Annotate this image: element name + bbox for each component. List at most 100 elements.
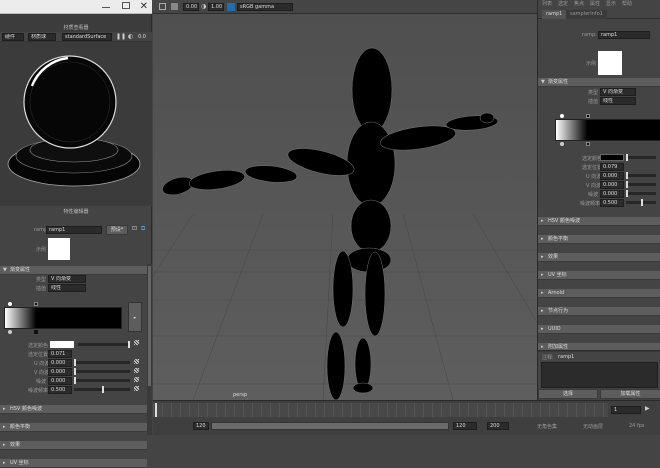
right-ramp-bottom-handle[interactable] [586, 114, 590, 118]
viewport-tool-icon-1[interactable] [159, 3, 166, 10]
minimize-icon[interactable] [102, 7, 110, 8]
close-icon[interactable]: ✕ [140, 1, 148, 12]
right-section-arnold[interactable]: ▸ Arnold [538, 289, 660, 298]
right-ramp-gradient[interactable] [555, 119, 660, 141]
left-ramp-stop-handle[interactable] [34, 330, 38, 334]
right-ramp-top-handle[interactable] [560, 114, 564, 118]
left-interp-dropdown[interactable]: 线性 [48, 284, 86, 292]
view-transform-dropdown[interactable]: sRGB gamma [237, 3, 293, 11]
left-type-dropdown[interactable]: V 向渐变 [48, 275, 86, 283]
right-section-uv[interactable]: ▸ UV 坐标 [538, 271, 660, 280]
menu-show[interactable]: 显示 [606, 0, 616, 7]
right-node-name-input[interactable]: ramp1 [598, 31, 650, 39]
right-row-0-slider[interactable] [626, 154, 656, 161]
tab-samplerinfo1[interactable]: samplerInfo1 [566, 10, 607, 19]
exposure-input[interactable]: 0.00 [183, 3, 199, 11]
color-manage-icon[interactable] [227, 3, 235, 11]
left-section-effects[interactable]: ▸ 效果 [0, 441, 147, 450]
right-row-5-slider[interactable] [626, 199, 656, 206]
menu-list[interactable]: 列表 [542, 0, 552, 7]
left-row-value-4[interactable]: 0.000 [48, 377, 72, 385]
material-dropdown[interactable]: standardSurface [62, 33, 112, 41]
range-end-input[interactable]: 120 [453, 422, 477, 430]
menu-help[interactable]: 帮助 [622, 0, 632, 7]
select-button[interactable]: 选择 [538, 389, 598, 399]
viewport-tool-icon-2[interactable] [171, 3, 178, 10]
tab-ramp1[interactable]: ramp1 [542, 10, 567, 19]
right-section-hsv[interactable]: ▸ HSV 颜色噪波 [538, 217, 660, 226]
right-row-2-slider[interactable] [626, 172, 656, 179]
left-ramp-top-handle[interactable] [8, 302, 12, 306]
range-end2-input[interactable]: 200 [487, 422, 509, 430]
left-ramp-bottom-handle[interactable] [34, 302, 38, 306]
current-frame-input[interactable]: 1 [611, 406, 641, 414]
renderer-dropdown[interactable]: 硬件 [2, 33, 24, 41]
right-section-color-balance[interactable]: ▸ 颜色平衡 [538, 235, 660, 244]
right-row-value-4[interactable]: 0.000 [600, 190, 624, 198]
fps-label[interactable]: 24 fps [629, 423, 645, 429]
right-interp-dropdown[interactable]: 线性 [600, 97, 636, 105]
left-row-5-slider[interactable] [74, 386, 130, 393]
right-section-effects[interactable]: ▸ 效果 [538, 253, 660, 262]
right-row-value-5[interactable]: 0.500 [600, 199, 624, 207]
right-type-dropdown[interactable]: V 向渐变 [600, 88, 636, 96]
left-section-color-balance[interactable]: ▸ 颜色平衡 [0, 423, 147, 432]
no-anim-layer-label[interactable]: 无动画层 [583, 423, 603, 430]
left-row-2-slider[interactable] [74, 359, 130, 366]
current-frame-marker[interactable] [155, 403, 157, 417]
gamma-input[interactable]: 1.00 [208, 3, 224, 11]
exposure-icon[interactable]: ◐ [128, 33, 133, 40]
gamma-icon[interactable]: ◑ [201, 3, 206, 10]
right-selected-color-swatch[interactable] [600, 154, 624, 161]
no-character-set-label[interactable]: 无角色集 [537, 423, 557, 430]
menu-selected[interactable]: 选定 [558, 0, 568, 7]
left-ramp-delete-handle[interactable] [8, 330, 12, 334]
left-row-value-5[interactable]: 0.500 [48, 386, 72, 394]
menu-attributes[interactable]: 属性 [590, 0, 600, 7]
left-row-value-3[interactable]: 0.000 [48, 368, 72, 376]
right-row-3-slider[interactable] [626, 181, 656, 188]
left-section-uv[interactable]: ▸ UV 坐标 [0, 459, 147, 468]
right-section-node-behavior[interactable]: ▸ 节点行为 [538, 307, 660, 316]
left-selected-color-swatch[interactable] [50, 341, 74, 348]
right-row-value-1[interactable]: 0.079 [600, 163, 624, 171]
load-attributes-button[interactable]: 加载属性 [600, 389, 660, 399]
left-node-name-input[interactable]: ramp1 [46, 226, 102, 234]
right-ramp-section-header[interactable]: ▼ 渐变属性 [538, 78, 660, 87]
left-ramp-gradient[interactable] [4, 307, 122, 329]
time-slider[interactable] [153, 403, 608, 417]
playback-controls-icon[interactable]: ▶ [645, 405, 650, 412]
left-copy-icon[interactable]: ⧉ [141, 225, 145, 233]
left-row-3-map-icon[interactable] [134, 368, 139, 373]
left-row-value-1[interactable]: 0.071 [48, 350, 72, 358]
right-ramp-stop-handle[interactable] [586, 142, 590, 146]
viewport-3d[interactable]: persp [153, 14, 537, 400]
shape-dropdown[interactable]: 材质球 [28, 33, 56, 41]
right-row-value-3[interactable]: 0.000 [600, 181, 624, 189]
left-focus-icon[interactable]: ⊡ [132, 225, 137, 232]
right-row-4-slider[interactable] [626, 190, 656, 197]
left-section-hsv[interactable]: ▸ HSV 颜色噪波 [0, 405, 147, 414]
left-row-3-slider[interactable] [74, 368, 130, 375]
left-row-4-slider[interactable] [74, 377, 130, 384]
left-row-4-map-icon[interactable] [134, 377, 139, 382]
exposure-value[interactable]: 0.0 [138, 34, 146, 40]
range-start-input[interactable]: 120 [193, 422, 209, 430]
right-section-uuid[interactable]: ▸ UUID [538, 325, 660, 334]
left-row-0-map-icon[interactable] [134, 340, 139, 345]
left-row-5-map-icon[interactable] [134, 386, 139, 391]
left-row-0-slider[interactable] [78, 341, 130, 348]
left-ramp-side-button[interactable]: ▸ [128, 302, 142, 332]
right-ramp-delete-handle[interactable] [560, 142, 564, 146]
left-row-value-2[interactable]: 0.000 [48, 359, 72, 367]
menu-focus[interactable]: 焦点 [574, 0, 584, 7]
left-preset-button[interactable]: 预设* [106, 225, 128, 235]
left-scrollbar[interactable] [147, 264, 152, 435]
left-ramp-section-header[interactable]: ▼ 渐变属性 [0, 266, 147, 275]
left-row-2-map-icon[interactable] [134, 359, 139, 364]
pause-icon[interactable]: ❚❚ [116, 33, 126, 40]
maximize-icon[interactable] [122, 2, 130, 9]
range-slider[interactable] [211, 422, 449, 430]
notes-textarea[interactable] [541, 362, 658, 388]
right-row-value-2[interactable]: 0.000 [600, 172, 624, 180]
